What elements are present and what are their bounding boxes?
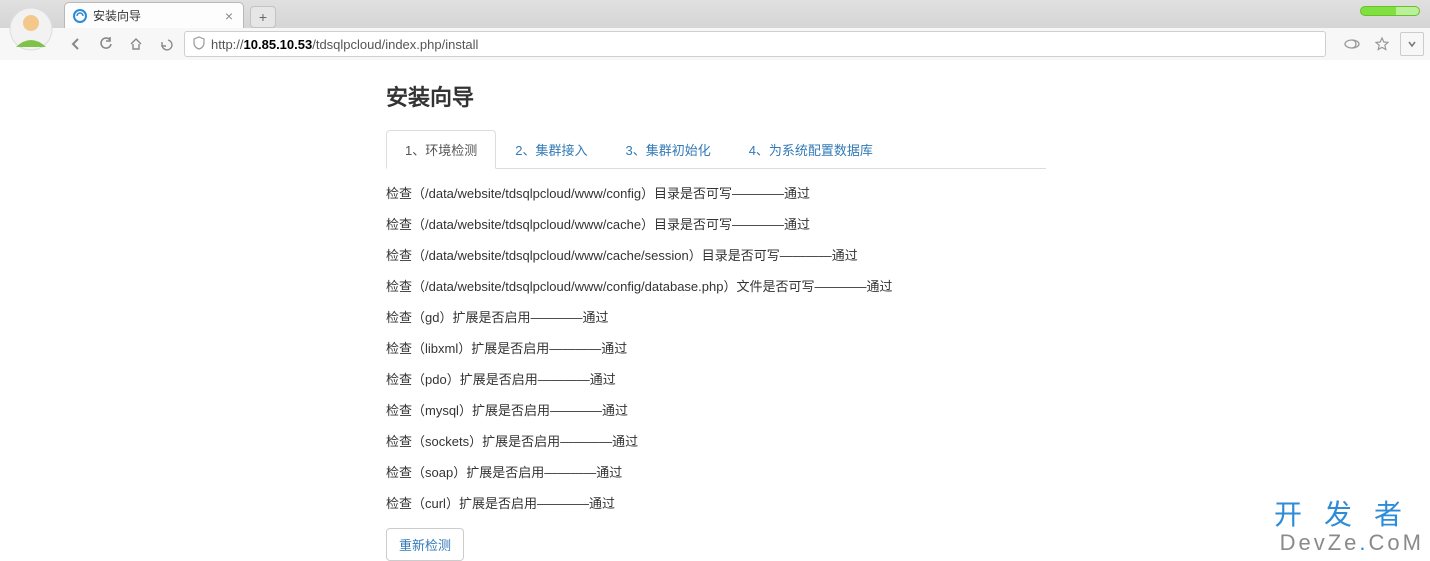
url-host: 10.85.10.53 bbox=[244, 37, 313, 52]
back-button[interactable] bbox=[64, 32, 88, 56]
check-list: 检查（/data/website/tdsqlpcloud/www/config）… bbox=[386, 183, 1046, 512]
check-item: 检查（gd）扩展是否启用————通过 bbox=[386, 307, 1046, 326]
url-path: /tdsqlpcloud/index.php/install bbox=[312, 37, 478, 52]
toolbar-right bbox=[1340, 32, 1424, 56]
check-item: 检查（pdo）扩展是否启用————通过 bbox=[386, 369, 1046, 388]
check-item: 检查（libxml）扩展是否启用————通过 bbox=[386, 338, 1046, 357]
tab-env-check[interactable]: 1、环境检测 bbox=[386, 130, 496, 169]
page-content: 安装向导 1、环境检测 2、集群接入 3、集群初始化 4、为系统配置数据库 检查… bbox=[0, 60, 1430, 561]
menu-dropdown-button[interactable] bbox=[1400, 32, 1424, 56]
bookmark-star-icon[interactable] bbox=[1370, 32, 1394, 56]
compat-view-icon[interactable] bbox=[1340, 32, 1364, 56]
profile-avatar[interactable] bbox=[6, 4, 56, 54]
check-item: 检查（/data/website/tdsqlpcloud/www/config）… bbox=[386, 183, 1046, 202]
url-protocol: http:// bbox=[211, 37, 244, 52]
reload-button[interactable] bbox=[94, 32, 118, 56]
download-progress-indicator[interactable] bbox=[1360, 6, 1420, 16]
recheck-button[interactable]: 重新检测 bbox=[386, 528, 464, 561]
undo-button[interactable] bbox=[154, 32, 178, 56]
check-item: 检查（/data/website/tdsqlpcloud/www/config/… bbox=[386, 276, 1046, 295]
address-bar[interactable]: http://10.85.10.53/tdsqlpcloud/index.php… bbox=[184, 31, 1326, 57]
tab-cluster-init[interactable]: 3、集群初始化 bbox=[606, 130, 729, 169]
watermark: 开发者 DevZe.CoM bbox=[1274, 500, 1424, 555]
favicon-icon bbox=[73, 9, 87, 23]
tab-title: 安装向导 bbox=[93, 7, 141, 24]
watermark-line1: 开发者 bbox=[1274, 500, 1424, 531]
check-item: 检查（sockets）扩展是否启用————通过 bbox=[386, 431, 1046, 450]
tab-cluster-access[interactable]: 2、集群接入 bbox=[496, 130, 606, 169]
close-tab-icon[interactable]: × bbox=[225, 9, 233, 23]
check-item: 检查（soap）扩展是否启用————通过 bbox=[386, 462, 1046, 481]
browser-tab[interactable]: 安装向导 × bbox=[64, 2, 244, 28]
home-button[interactable] bbox=[124, 32, 148, 56]
new-tab-button[interactable]: + bbox=[250, 6, 276, 28]
page-title: 安装向导 bbox=[386, 80, 1046, 112]
check-item: 检查（curl）扩展是否启用————通过 bbox=[386, 493, 1046, 512]
wizard-tabs: 1、环境检测 2、集群接入 3、集群初始化 4、为系统配置数据库 bbox=[386, 130, 1046, 169]
check-item: 检查（mysql）扩展是否启用————通过 bbox=[386, 400, 1046, 419]
shield-icon bbox=[193, 36, 205, 53]
check-item: 检查（/data/website/tdsqlpcloud/www/cache）目… bbox=[386, 214, 1046, 233]
check-item: 检查（/data/website/tdsqlpcloud/www/cache/s… bbox=[386, 245, 1046, 264]
tab-configure-db[interactable]: 4、为系统配置数据库 bbox=[730, 130, 892, 169]
toolbar: http://10.85.10.53/tdsqlpcloud/index.php… bbox=[0, 28, 1430, 60]
browser-chrome: 安装向导 × + http://10.85.10.53/tdsqlpcloud/… bbox=[0, 0, 1430, 60]
watermark-line2: DevZe.CoM bbox=[1274, 531, 1424, 555]
tab-bar: 安装向导 × + bbox=[0, 0, 1430, 28]
